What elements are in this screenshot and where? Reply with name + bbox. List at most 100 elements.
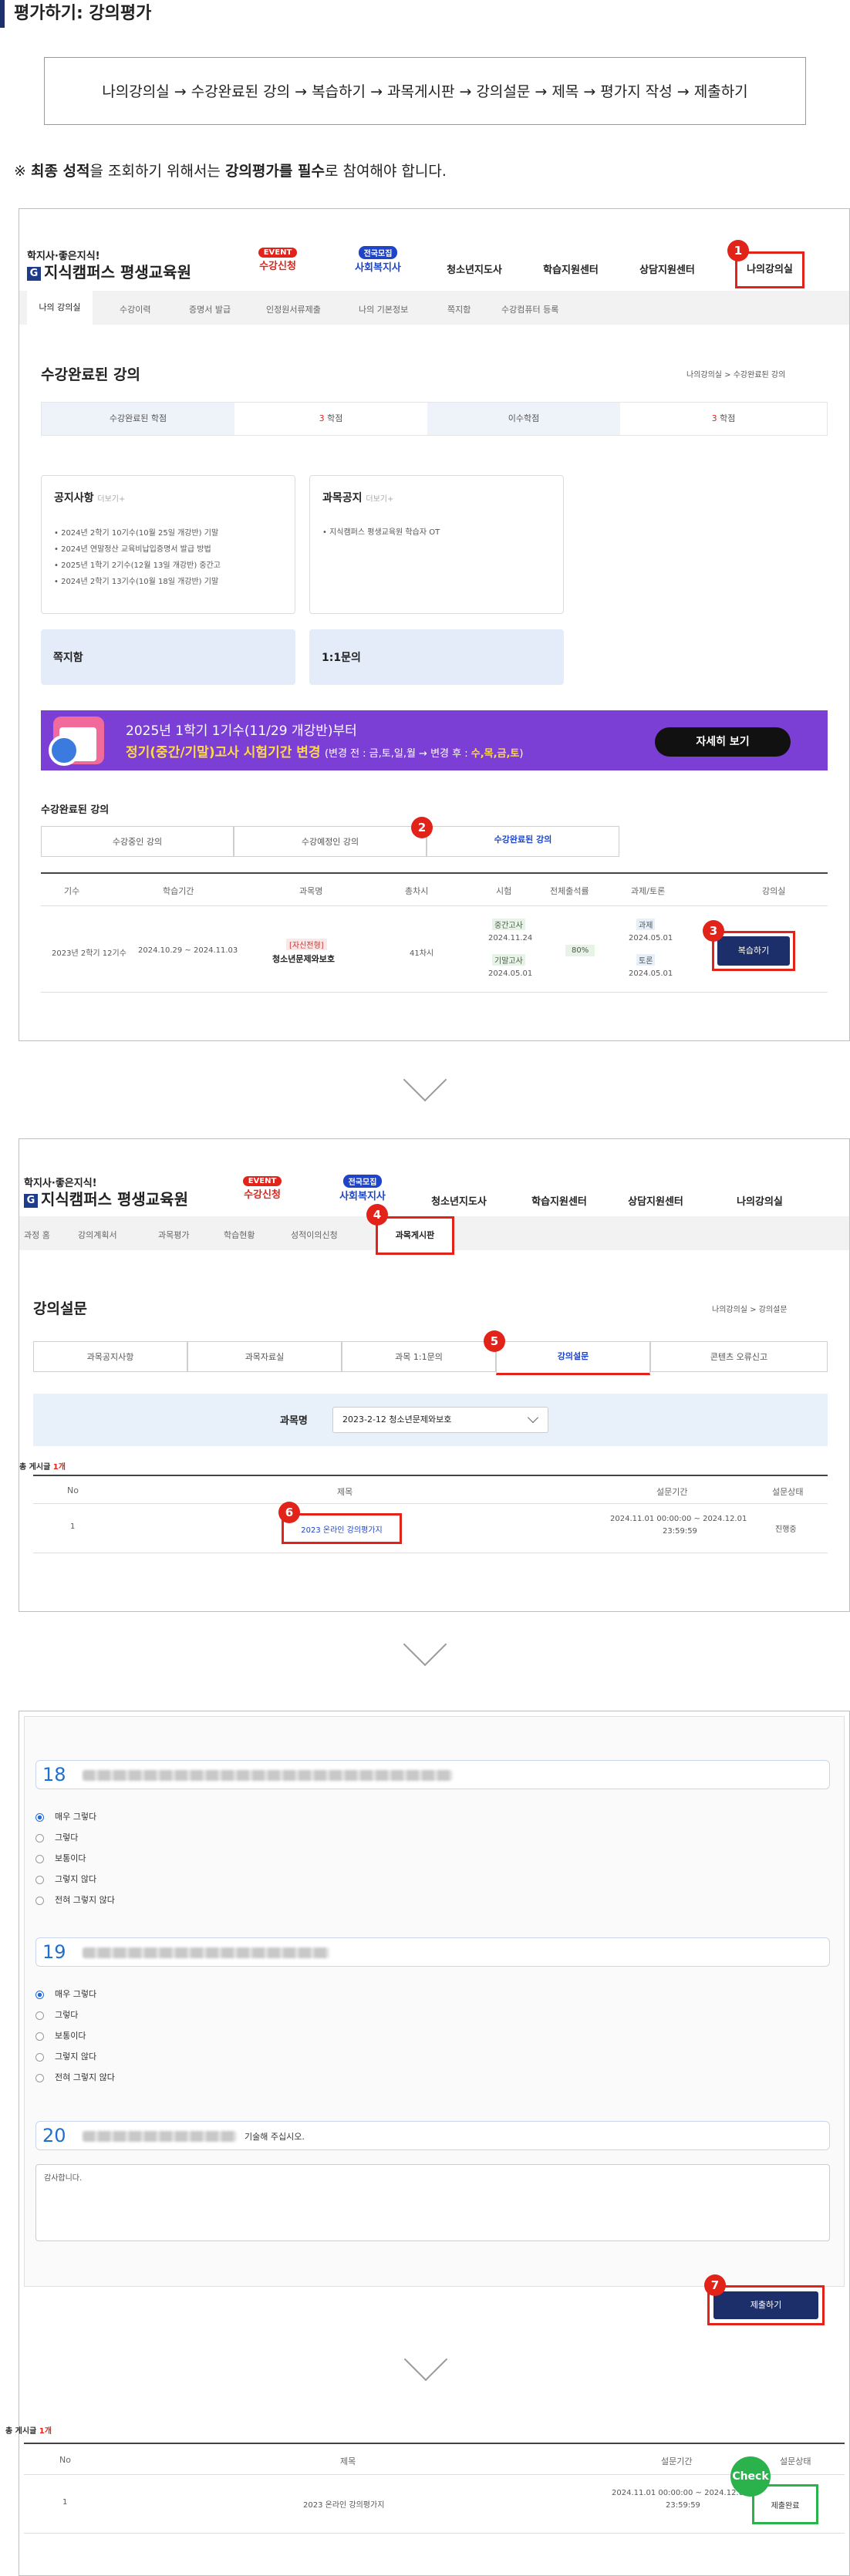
attendance-rate: 80% [565,945,595,956]
subnav-history[interactable]: 수강이력 [120,303,150,315]
nav-social-worker[interactable]: 전국모집 사회복지사 [343,246,413,274]
tab-course-files[interactable]: 과목자료실 [187,1341,342,1372]
radio-option[interactable]: 그렇다 [35,1827,115,1848]
radio-option[interactable]: 그렇다 [35,2004,115,2025]
nav-enroll[interactable]: EVENT 수강신청 [228,1175,297,1201]
blurred-question-text [83,1770,453,1781]
course-notice-card: 과목공지 더보기+ • 지식캠퍼스 평생교육원 학습자 OT [309,475,564,614]
step-marker-3: 3 [703,920,724,942]
radio-option[interactable]: 전혀 그렇지 않다 [35,2067,115,2088]
nav-my-classroom[interactable]: 나의강의실 [721,1193,798,1208]
blurred-question-text [83,2131,237,2142]
submit-button[interactable]: 제출하기 [713,2291,818,2319]
subnav-certificate[interactable]: 증명서 발급 [189,303,231,315]
nav-counseling-center[interactable]: 상담지원센터 [629,261,706,276]
subnav-my-classroom[interactable]: 나의 강의실 [27,291,93,325]
survey-table-header: No 제목 설문기간 설문상태 [33,1475,828,1504]
notice-item[interactable]: • 2024년 2학기 10기수(10월 25일 개강반) 기말 [54,525,221,541]
notice-card: 공지사항 더보기+ • 2024년 2학기 10기수(10월 25일 개강반) … [41,475,295,614]
radio-option[interactable]: 보통이다 [35,2025,115,2046]
exam-change-banner[interactable]: 2025년 1학기 1기수(11/29 개강반)부터 정기(중간/기말)고사 시… [41,710,828,770]
survey-status: 진행중 [775,1526,797,1534]
site-logo[interactable]: G 지식캠퍼스 평생교육원 [27,260,191,282]
radio-option[interactable]: 매우 그렇다 [35,1984,115,2004]
radio-option[interactable]: 전혀 그렇지 않다 [35,1890,115,1910]
answer-textarea[interactable]: 감사합니다. [35,2164,830,2241]
tab-error-report[interactable]: 콘텐츠 오류신고 [650,1341,828,1372]
nav-enroll[interactable]: EVENT 수강신청 [243,246,312,272]
course-notice-title: 과목공지 더보기+ [322,492,394,504]
survey-title-link[interactable]: 2023 온라인 강의평가지 [303,2498,384,2510]
course-table-header: 기수 학습기간 과목명 총차시 시험 전체출석률 과제/토론 강의실 [41,872,828,906]
options-18: 매우 그렇다 그렇다 보통이다 그렇지 않다 전혀 그렇지 않다 [35,1806,115,1910]
survey-form: 18 매우 그렇다 그렇다 보통이다 그렇지 않다 전혀 그렇지 않다 19 매… [24,1716,845,2287]
total-count: 총 게시글 1개 [5,2427,52,2436]
notice-item[interactable]: • 2024년 2학기 13기수(10월 18일 개강반) 기말 [54,574,221,590]
tab-in-progress[interactable]: 수강중인 강의 [41,826,234,857]
steps-summary: 나의강의실 → 수강완료된 강의 → 복습하기 → 과목게시판 → 강의설문 →… [44,57,806,125]
submit-highlight: 제출하기 [707,2285,825,2325]
subnav-syllabus[interactable]: 강의계획서 [78,1229,117,1241]
survey-title-highlight: 2023 온라인 강의평가지 [282,1513,402,1544]
chevron-down-icon [403,2337,448,2382]
table-row: 1 2023 온라인 강의평가지 2024.11.01 00:00:00 ~ 2… [24,2475,845,2534]
table-row: 1 2023 온라인 강의평가지 2024.11.01 00:00:00 ~ 2… [33,1504,828,1553]
tab-scheduled[interactable]: 수강예정인 강의 [234,826,427,857]
subnav-course-home[interactable]: 과정 홈 [24,1229,50,1241]
screenshot-my-classroom: 학지사·좋은지식! G 지식캠퍼스 평생교육원 EVENT 수강신청 전국모집 사… [19,208,850,1041]
subnav-grade-appeal[interactable]: 성적이의신청 [291,1229,338,1241]
tab-completed[interactable]: 수강완료된 강의 [427,826,619,857]
subnav-course-board[interactable]: 과목게시판 [376,1216,454,1255]
subnav-progress[interactable]: 학습현황 [224,1229,255,1241]
step-marker-6: 6 [278,1502,300,1523]
site-logo[interactable]: G 지식캠퍼스 평생교육원 [24,1187,188,1209]
subnav-pc-register[interactable]: 수강컴퓨터 등록 [501,303,558,315]
radio-option[interactable]: 그렇지 않다 [35,2046,115,2067]
course-select[interactable]: 2023-2-12 청소년문제와보호 [332,1407,548,1433]
question-18: 18 [35,1760,830,1789]
course-subnav: 과정 홈 강의계획서 과목평가 학습현황 성적이의신청 과목게시판 [19,1216,849,1255]
banner-line1: 2025년 1학기 1기수(11/29 개강반)부터 [126,723,357,739]
subnav-documents[interactable]: 인정원서류제출 [266,303,321,315]
qna-card[interactable]: 1:1문의 [309,629,564,685]
screenshot-survey-form: 18 매우 그렇다 그렇다 보통이다 그렇지 않다 전혀 그렇지 않다 19 매… [5,1711,850,2576]
tab-course-notice[interactable]: 과목공지사항 [33,1341,187,1372]
chevron-down-icon [403,1057,447,1102]
survey-title-link[interactable]: 2023 온라인 강의평가지 [301,1526,382,1535]
review-button-highlight: 복습하기 [712,931,795,971]
options-19: 매우 그렇다 그렇다 보통이다 그렇지 않다 전혀 그렇지 않다 [35,1984,115,2088]
subnav-evaluation[interactable]: 과목평가 [158,1229,189,1241]
nav-learning-center[interactable]: 학습지원센터 [521,1193,598,1208]
course-name[interactable]: 청소년문제와보호 [272,953,335,965]
banner-detail-button[interactable]: 자세히 보기 [655,727,791,757]
radio-option[interactable]: 보통이다 [35,1848,115,1869]
notice-item[interactable]: • 2025년 1학기 2기수(12월 13일 개강반) 중간고 [54,558,221,574]
nav-youth-counselor[interactable]: 청소년지도사 [436,261,513,276]
review-button[interactable]: 복습하기 [717,936,790,966]
calendar-icon [49,716,104,766]
credits-completed-label: 수강완료된 학점 [42,403,234,435]
step-marker-2: 2 [411,817,433,838]
tab-survey[interactable]: 강의설문 [496,1341,650,1375]
chevron-down-icon [527,1411,539,1424]
section-title: 수강완료된 강의 [41,366,140,383]
qna-label: 1:1문의 [322,652,361,664]
radio-option[interactable]: 그렇지 않다 [35,1869,115,1890]
course-select-label: 과목명 [280,1415,308,1427]
course-notice-item[interactable]: • 지식캠퍼스 평생교육원 학습자 OT [322,525,440,537]
credits-earned-value: 3 학점 [711,413,736,423]
subnav-memo[interactable]: 쪽지함 [447,303,471,315]
notice-item[interactable]: • 2024년 연말정산 교육비납입증명서 발급 방법 [54,541,221,558]
section-title: 강의설문 [33,1300,87,1317]
credits-row: 수강완료된 학점 3 학점 이수학점 3 학점 [41,402,828,436]
nav-youth-counselor[interactable]: 청소년지도사 [420,1193,498,1208]
tab-course-qna[interactable]: 과목 1:1문의 [342,1341,496,1372]
memo-card[interactable]: 쪽지함 [41,629,295,685]
nav-social-worker[interactable]: 전국모집 사회복지사 [328,1175,397,1202]
nav-learning-center[interactable]: 학습지원센터 [532,261,609,276]
nav-counseling-center[interactable]: 상담지원센터 [617,1193,694,1208]
step-marker-7: 7 [704,2274,726,2296]
subnav-basic-info[interactable]: 나의 기본정보 [359,303,408,315]
radio-option[interactable]: 매우 그렇다 [35,1806,115,1827]
list-title: 수강완료된 강의 [41,804,110,816]
